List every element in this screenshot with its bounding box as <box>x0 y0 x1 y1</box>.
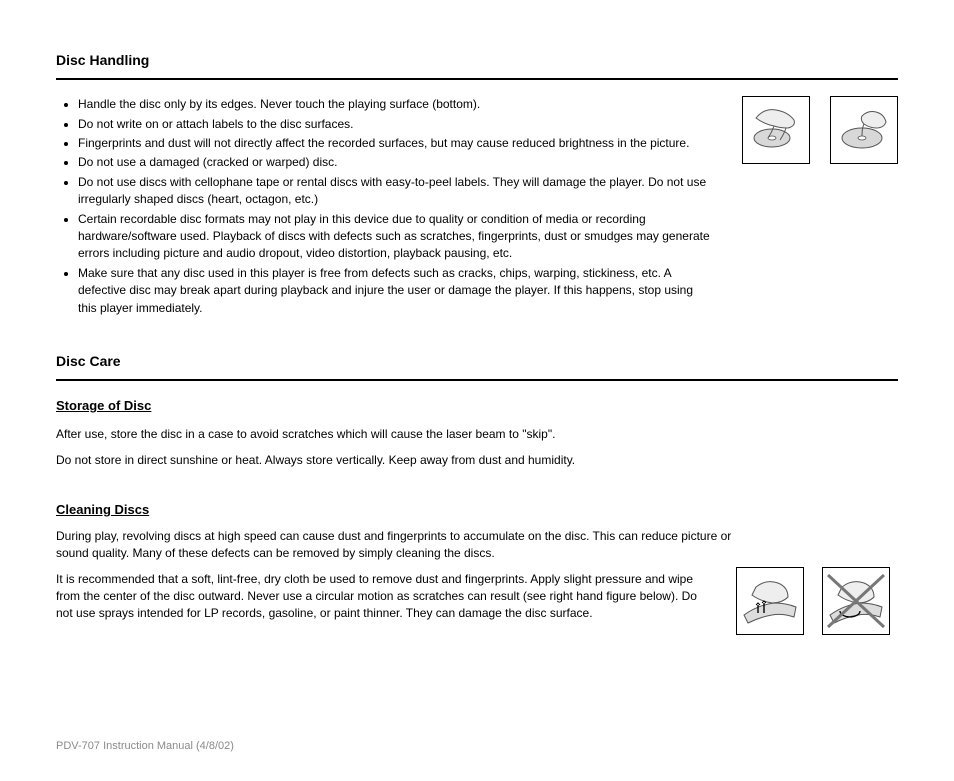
wipe-circular-wrong-figure <box>822 567 890 635</box>
list-item: Handle the disc only by its edges. Never… <box>78 96 714 113</box>
list-item: Do not use a damaged (cracked or warped)… <box>78 154 714 171</box>
rule-handling <box>56 78 898 80</box>
list-item: Do not use discs with cellophane tape or… <box>78 174 714 209</box>
wipe-radial-correct-figure <box>736 567 804 635</box>
handling-row: Handle the disc only by its edges. Never… <box>56 96 898 319</box>
hand-disc-center-icon <box>832 98 896 162</box>
wipe-radial-icon <box>738 569 802 633</box>
cleaning-row: It is recommended that a soft, lint-free… <box>56 571 898 635</box>
rule-care <box>56 379 898 381</box>
disc-hold-center-figure <box>830 96 898 164</box>
handling-bullets: Handle the disc only by its edges. Never… <box>56 96 714 317</box>
storage-para: After use, store the disc in a case to a… <box>56 426 736 443</box>
disc-hold-edge-figure <box>742 96 810 164</box>
storage-heading: Storage of Disc <box>56 397 151 416</box>
care-title: Disc Care <box>56 351 898 371</box>
storage-block: Storage of Disc After use, store the dis… <box>56 397 898 469</box>
handling-figures <box>742 96 898 319</box>
cleaning-para: During play, revolving discs at high spe… <box>56 528 736 563</box>
handling-text: Handle the disc only by its edges. Never… <box>56 96 714 319</box>
section-handling: Disc Handling Handle the disc only by it… <box>56 50 898 319</box>
cleaning-heading: Cleaning Discs <box>56 501 149 520</box>
list-item: Make sure that any disc used in this pla… <box>78 265 714 317</box>
cleaning-figures <box>736 567 890 635</box>
storage-para: Do not store in direct sunshine or heat.… <box>56 452 736 469</box>
hand-disc-edge-icon <box>744 98 808 162</box>
section-care: Disc Care Storage of Disc After use, sto… <box>56 351 898 635</box>
footer-text: PDV-707 Instruction Manual (4/8/02) <box>56 739 898 755</box>
list-item: Do not write on or attach labels to the … <box>78 116 714 133</box>
list-item: Fingerprints and dust will not directly … <box>78 135 714 152</box>
wipe-circular-crossed-icon <box>824 569 888 633</box>
list-item: Certain recordable disc formats may not … <box>78 211 714 263</box>
cleaning-block: Cleaning Discs During play, revolving di… <box>56 477 898 635</box>
cleaning-para: It is recommended that a soft, lint-free… <box>56 571 716 623</box>
handling-title: Disc Handling <box>56 50 898 70</box>
